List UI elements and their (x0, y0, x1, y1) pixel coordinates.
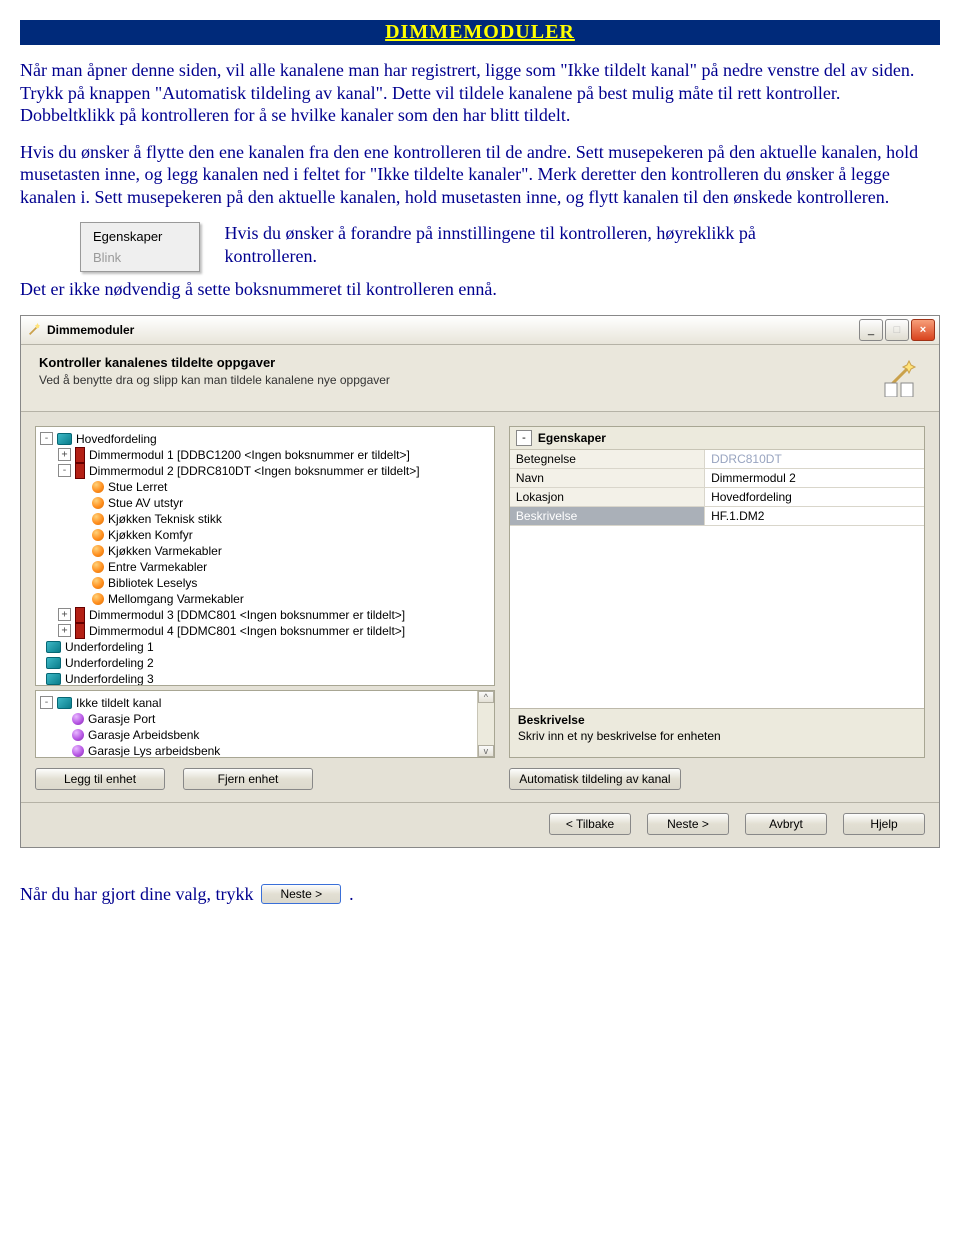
paragraph-3: Det er ikke nødvendig å sette boksnummer… (20, 278, 940, 301)
closing-line: Når du har gjort dine valg, trykk Neste … (20, 884, 940, 905)
prop-value[interactable]: Hovedfordeling (705, 488, 924, 506)
tree-item-label: Entre Varmekabler (108, 559, 207, 575)
tree-dm3[interactable]: +Dimmermodul 3 [DDMC801 <Ingen boksnumme… (40, 607, 492, 623)
tree-dm4-label: Dimmermodul 4 [DDMC801 <Ingen boksnummer… (89, 623, 405, 639)
close-button[interactable]: × (911, 319, 935, 341)
tree-dm2-child[interactable]: Kjøkken Komfyr (40, 527, 492, 543)
paragraph-1-line2: Trykk på knappen "Automatisk tildeling a… (20, 83, 840, 103)
paragraph-2: Hvis du ønsker å flytte den ene kanalen … (20, 141, 940, 209)
tree-item-label: Stue AV utstyr (108, 495, 183, 511)
paragraph-1: Når man åpner denne siden, vil alle kana… (20, 59, 940, 127)
header-decor-icon (871, 355, 921, 397)
dialog-header-title: Kontroller kanalenes tildelte oppgaver (39, 355, 871, 370)
dialog-header: Kontroller kanalenes tildelte oppgaver V… (21, 345, 939, 412)
cancel-button[interactable]: Avbryt (745, 813, 827, 835)
tree-item-label: Kjøkken Varmekabler (108, 543, 222, 559)
add-unit-button[interactable]: Legg til enhet (35, 768, 165, 790)
tree-dm3-label: Dimmermodul 3 [DDMC801 <Ingen boksnummer… (89, 607, 405, 623)
section-title-bar: DIMMEMODULER (20, 20, 940, 45)
property-description-title: Beskrivelse (518, 713, 916, 727)
tree-dm2-child[interactable]: Kjøkken Varmekabler (40, 543, 492, 559)
tree-item-label: Garasje Lys arbeidsbenk (88, 743, 220, 758)
tree-ikke-root[interactable]: -Ikke tildelt kanal (40, 695, 492, 711)
main-tree[interactable]: -Hovedfordeling +Dimmermodul 1 [DDBC1200… (35, 426, 495, 686)
prop-key: Betegnelse (510, 450, 705, 468)
prop-row-beskrivelse[interactable]: Beskrivelse HF.1.DM2 (510, 507, 924, 526)
prop-value[interactable]: HF.1.DM2 (705, 507, 924, 525)
remove-unit-button[interactable]: Fjern enhet (183, 768, 313, 790)
tree-ikke-child[interactable]: Garasje Lys arbeidsbenk (40, 743, 492, 758)
tree-dm2-child[interactable]: Entre Varmekabler (40, 559, 492, 575)
minimize-button[interactable]: _ (859, 319, 883, 341)
dialog-window: Dimmemoduler _ □ × Kontroller kanalenes … (20, 315, 940, 848)
dialog-title: Dimmemoduler (47, 323, 859, 337)
dialog-titlebar: Dimmemoduler _ □ × (21, 316, 939, 345)
untildelt-tree[interactable]: -Ikke tildelt kanal Garasje Port Garasje… (35, 690, 495, 758)
tree-dm4[interactable]: +Dimmermodul 4 [DDMC801 <Ingen boksnumme… (40, 623, 492, 639)
paragraph-1-line1: Når man åpner denne siden, vil alle kana… (20, 60, 914, 80)
tree-dm2[interactable]: -Dimmermodul 2 [DDRC810DT <Ingen boksnum… (40, 463, 492, 479)
tree-item-label: Garasje Arbeidsbenk (88, 727, 199, 743)
closing-text: Når du har gjort dine valg, trykk (20, 884, 253, 905)
tree-dm2-child[interactable]: Bibliotek Leselys (40, 575, 492, 591)
property-description: Beskrivelse Skriv inn et ny beskrivelse … (510, 708, 924, 757)
tree-item-label: Kjøkken Teknisk stikk (108, 511, 222, 527)
prop-value: DDRC810DT (705, 450, 924, 468)
tree-uf3[interactable]: Underfordeling 3 (40, 671, 492, 686)
tree-uf3-label: Underfordeling 3 (65, 671, 154, 686)
dialog-footer: < Tilbake Neste > Avbryt Hjelp (21, 802, 939, 847)
prop-key: Beskrivelse (510, 507, 705, 525)
tree-dm2-child[interactable]: Mellomgang Varmekabler (40, 591, 492, 607)
prop-key: Lokasjon (510, 488, 705, 506)
tree-uf1-label: Underfordeling 1 (65, 639, 154, 655)
auto-assign-button[interactable]: Automatisk tildeling av kanal (509, 768, 681, 790)
prop-row-betegnelse[interactable]: Betegnelse DDRC810DT (510, 450, 924, 469)
tree-item-label: Bibliotek Leselys (108, 575, 197, 591)
tree-uf2-label: Underfordeling 2 (65, 655, 154, 671)
tree-dm1-label: Dimmermodul 1 [DDBC1200 <Ingen boksnumme… (89, 447, 410, 463)
tree-uf1[interactable]: Underfordeling 1 (40, 639, 492, 655)
tree-root-label: Hovedfordeling (76, 431, 157, 447)
back-button[interactable]: < Tilbake (549, 813, 631, 835)
paragraph-1-line3: Dobbeltklikk på kontrolleren for å se hv… (20, 105, 570, 125)
tree-item-label: Garasje Port (88, 711, 155, 727)
tree-dm2-label: Dimmermodul 2 [DDRC810DT <Ingen boksnumm… (89, 463, 420, 479)
tree-uf2[interactable]: Underfordeling 2 (40, 655, 492, 671)
next-button[interactable]: Neste > (647, 813, 729, 835)
context-menu-item-blink[interactable]: Blink (93, 250, 183, 265)
tree-ikke-root-label: Ikke tildelt kanal (76, 695, 161, 711)
paragraph-rightclick: Hvis du ønsker å forandre på innstilling… (225, 222, 785, 267)
wizard-icon (27, 323, 41, 337)
tree-dm2-child[interactable]: Stue AV utstyr (40, 495, 492, 511)
tree-dm1[interactable]: +Dimmermodul 1 [DDBC1200 <Ingen boksnumm… (40, 447, 492, 463)
tree-item-label: Stue Lerret (108, 479, 167, 495)
tree-ikke-child[interactable]: Garasje Arbeidsbenk (40, 727, 492, 743)
inline-next-button[interactable]: Neste > (261, 884, 341, 904)
section-title: DIMMEMODULER (385, 21, 575, 43)
tree-ikke-child[interactable]: Garasje Port (40, 711, 492, 727)
prop-row-navn[interactable]: Navn Dimmermodul 2 (510, 469, 924, 488)
context-menu: Egenskaper Blink (80, 222, 200, 272)
prop-row-lokasjon[interactable]: Lokasjon Hovedfordeling (510, 488, 924, 507)
scroll-up-icon[interactable]: ^ (478, 691, 494, 703)
tree-item-label: Mellomgang Varmekabler (108, 591, 244, 607)
tree-dm2-child[interactable]: Stue Lerret (40, 479, 492, 495)
prop-value[interactable]: Dimmermodul 2 (705, 469, 924, 487)
prop-key: Navn (510, 469, 705, 487)
dialog-header-subtitle: Ved å benytte dra og slipp kan man tilde… (39, 373, 871, 387)
tree-dm2-child[interactable]: Kjøkken Teknisk stikk (40, 511, 492, 527)
scrollbar[interactable]: ^ v (477, 691, 494, 757)
property-header[interactable]: - Egenskaper (510, 427, 924, 450)
collapse-icon[interactable]: - (516, 430, 532, 446)
tree-item-label: Kjøkken Komfyr (108, 527, 193, 543)
scroll-down-icon[interactable]: v (478, 745, 494, 757)
context-menu-item-properties[interactable]: Egenskaper (93, 229, 183, 244)
property-header-label: Egenskaper (538, 431, 606, 445)
tree-root[interactable]: -Hovedfordeling (40, 431, 492, 447)
help-button[interactable]: Hjelp (843, 813, 925, 835)
maximize-button[interactable]: □ (885, 319, 909, 341)
property-description-text: Skriv inn et ny beskrivelse for enheten (518, 729, 916, 743)
property-panel: - Egenskaper Betegnelse DDRC810DT Navn D… (509, 426, 925, 758)
